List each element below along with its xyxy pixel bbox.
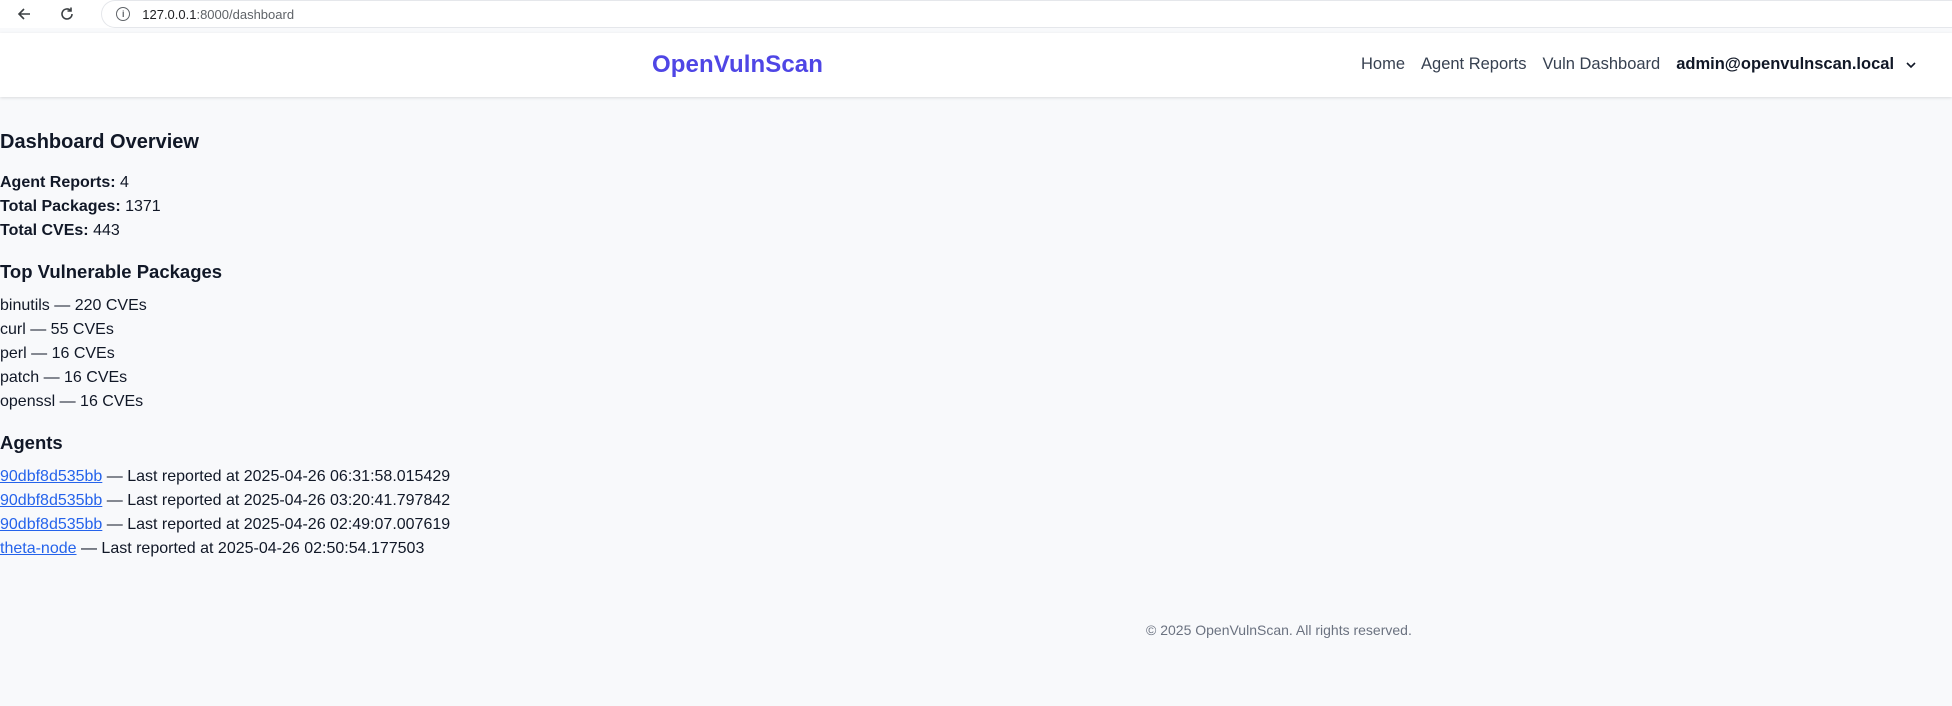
stat-label: Agent Reports: [0, 174, 116, 191]
brand-logo[interactable]: OpenVulnScan [652, 51, 823, 79]
reload-icon[interactable] [56, 2, 80, 26]
agent-link[interactable]: theta-node [0, 540, 77, 557]
agent-last-reported: — Last reported at 2025-04-26 02:50:54.1… [80, 540, 425, 557]
agent-link[interactable]: 90dbf8d535bb [0, 492, 102, 509]
user-menu[interactable]: admin@openvulnscan.local [1676, 55, 1918, 74]
main-content: Dashboard Overview Agent Reports: 4 Tota… [0, 130, 1952, 561]
nav-home-link[interactable]: Home [1361, 55, 1405, 74]
stat-value: 1371 [125, 198, 161, 215]
list-item: 90dbf8d535bb — Last reported at 2025-04-… [0, 489, 1952, 513]
footer-copyright: © 2025 OpenVulnScan. All rights reserved… [1146, 622, 1412, 638]
section-title-top-packages: Top Vulnerable Packages [0, 261, 223, 282]
browser-toolbar: i 127.0.0.1:8000/dashboard [0, 0, 1952, 28]
stat-value: 443 [93, 222, 120, 239]
agent-last-reported: — Last reported at 2025-04-26 06:31:58.0… [106, 468, 451, 485]
agents-list: 90dbf8d535bb — Last reported at 2025-04-… [0, 465, 1952, 561]
list-item: theta-node — Last reported at 2025-04-26… [0, 537, 1952, 561]
list-item: 90dbf8d535bb — Last reported at 2025-04-… [0, 465, 1952, 489]
agent-last-reported: — Last reported at 2025-04-26 02:49:07.0… [106, 516, 451, 533]
stats-summary: Agent Reports: 4 Total Packages: 1371 To… [0, 171, 1952, 243]
stat-agent-reports: Agent Reports: 4 [0, 171, 1952, 195]
list-item: binutils — 220 CVEs [0, 297, 147, 314]
agent-link[interactable]: 90dbf8d535bb [0, 516, 102, 533]
stat-value: 4 [120, 174, 129, 191]
list-item: openssl — 16 CVEs [0, 393, 144, 410]
url-host: 127.0.0.1 [142, 6, 197, 22]
list-item: perl — 16 CVEs [0, 345, 115, 362]
list-item: 90dbf8d535bb — Last reported at 2025-04-… [0, 513, 1952, 537]
url-path: :8000/dashboard [196, 6, 295, 22]
stat-total-cves: Total CVEs: 443 [0, 219, 1952, 243]
app-header: OpenVulnScan Home Agent Reports Vuln Das… [0, 33, 1952, 97]
chevron-down-icon[interactable] [1904, 58, 1918, 72]
list-item: patch — 16 CVEs [0, 369, 128, 386]
stat-total-packages: Total Packages: 1371 [0, 195, 1952, 219]
agent-last-reported: — Last reported at 2025-04-26 03:20:41.7… [106, 492, 451, 509]
nav-vuln-dashboard-link[interactable]: Vuln Dashboard [1543, 55, 1661, 74]
section-title-agents: Agents [0, 432, 63, 453]
site-info-icon[interactable]: i [116, 7, 131, 21]
stat-label: Total Packages: [0, 198, 121, 215]
list-item: curl — 55 CVEs [0, 321, 114, 338]
page-title: Dashboard Overview [0, 131, 199, 153]
back-arrow-icon[interactable] [12, 2, 36, 26]
nav-agent-reports-link[interactable]: Agent Reports [1421, 55, 1526, 74]
address-bar[interactable]: i 127.0.0.1:8000/dashboard [101, 0, 1952, 28]
user-email: admin@openvulnscan.local [1676, 55, 1895, 73]
main-nav: Home Agent Reports Vuln Dashboard admin@… [1361, 55, 1918, 74]
stat-label: Total CVEs: [0, 222, 89, 239]
top-packages-list: binutils — 220 CVEs curl — 55 CVEs perl … [0, 294, 1952, 414]
agent-link[interactable]: 90dbf8d535bb [0, 468, 102, 485]
